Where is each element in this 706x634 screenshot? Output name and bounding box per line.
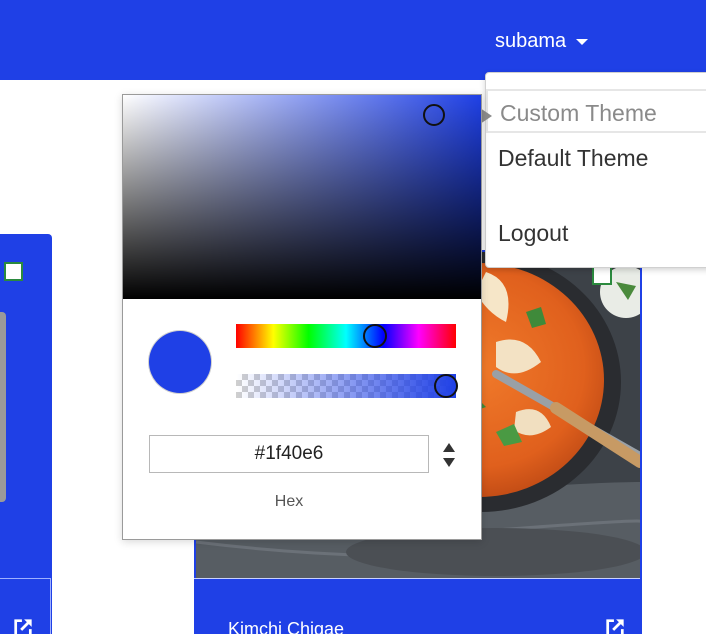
username-label: subama — [495, 30, 567, 52]
color-mode-label: Hex — [274, 493, 304, 510]
card-select-checkbox[interactable] — [4, 262, 23, 281]
card-select-checkbox[interactable] — [592, 265, 612, 285]
alpha-slider[interactable] — [236, 374, 458, 398]
hue-slider[interactable] — [236, 324, 456, 348]
page: subama Kimchi Chigae Custom Theme Defaul… — [0, 0, 706, 634]
menu-item-logout[interactable]: Logout — [486, 211, 706, 255]
up-down-arrows-icon[interactable] — [439, 439, 459, 471]
menu-item-custom-theme[interactable]: Custom Theme — [486, 89, 706, 133]
external-link-icon[interactable] — [602, 615, 628, 634]
card-image — [0, 312, 6, 502]
color-picker-popover: Hex — [122, 94, 482, 540]
color-preview-swatch — [149, 331, 211, 393]
recipe-card-left — [0, 234, 52, 634]
menu-item-default-theme[interactable]: Default Theme — [486, 136, 706, 180]
saturation-handle[interactable] — [423, 104, 446, 127]
alpha-slider-handle[interactable] — [434, 374, 458, 398]
chevron-down-icon — [576, 39, 589, 45]
hue-slider-handle[interactable] — [362, 324, 387, 348]
saturation-brightness-area[interactable] — [123, 95, 481, 299]
top-navbar: subama — [0, 0, 706, 80]
user-dropdown-menu: Custom Theme Default Theme Logout — [485, 72, 706, 268]
user-menu-toggle[interactable]: subama — [495, 28, 589, 54]
card-footer — [0, 578, 51, 634]
card-title[interactable]: Kimchi Chigae — [228, 619, 344, 634]
card-footer: Kimchi Chigae — [194, 578, 640, 634]
external-link-icon[interactable] — [10, 615, 36, 634]
hex-color-input[interactable] — [149, 435, 429, 473]
